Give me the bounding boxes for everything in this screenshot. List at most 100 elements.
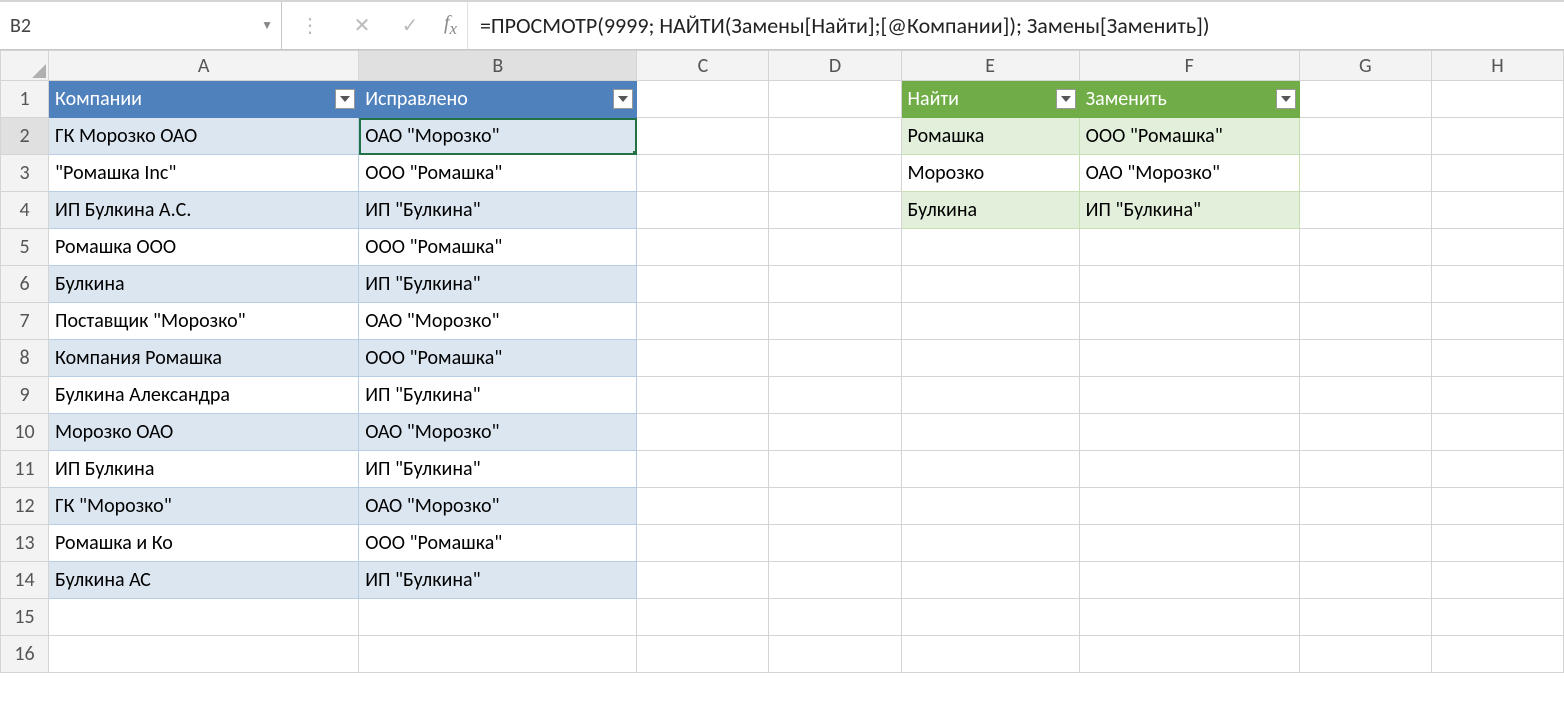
cell-F13[interactable] (1079, 525, 1299, 562)
cell-H9[interactable] (1431, 377, 1563, 414)
cell-G7[interactable] (1299, 303, 1431, 340)
cell-D15[interactable] (769, 599, 901, 636)
cell-H6[interactable] (1431, 266, 1563, 303)
column-header-F[interactable]: F (1079, 51, 1299, 81)
cell-B15[interactable] (359, 599, 637, 636)
row-header-10[interactable]: 10 (1, 414, 49, 451)
cell-C13[interactable] (637, 525, 769, 562)
cell-E3[interactable]: Морозко (901, 155, 1079, 192)
cell-C10[interactable] (637, 414, 769, 451)
cell-D14[interactable] (769, 562, 901, 599)
cell-F4[interactable]: ИП "Булкина" (1079, 192, 1299, 229)
cell-B13[interactable]: ООО "Ромашка" (359, 525, 637, 562)
cell-A13[interactable]: Ромашка и Ко (49, 525, 359, 562)
row-header-4[interactable]: 4 (1, 192, 49, 229)
cell-G5[interactable] (1299, 229, 1431, 266)
row-header-2[interactable]: 2 (1, 118, 49, 155)
row-header-6[interactable]: 6 (1, 266, 49, 303)
cell-G9[interactable] (1299, 377, 1431, 414)
cell-A14[interactable]: Булкина АС (49, 562, 359, 599)
cell-G16[interactable] (1299, 636, 1431, 673)
row-header-5[interactable]: 5 (1, 229, 49, 266)
cell-E4[interactable]: Булкина (901, 192, 1079, 229)
cell-B16[interactable] (359, 636, 637, 673)
name-box-dropdown-icon[interactable]: ▼ (261, 18, 273, 33)
cell-H16[interactable] (1431, 636, 1563, 673)
cell-H1[interactable] (1431, 81, 1563, 118)
cell-E14[interactable] (901, 562, 1079, 599)
cell-C2[interactable] (637, 118, 769, 155)
cell-E15[interactable] (901, 599, 1079, 636)
cell-B3[interactable]: ООО "Ромашка" (359, 155, 637, 192)
cell-A9[interactable]: Булкина Александра (49, 377, 359, 414)
select-all-corner[interactable] (1, 51, 49, 81)
cell-F8[interactable] (1079, 340, 1299, 377)
cell-C3[interactable] (637, 155, 769, 192)
cell-C12[interactable] (637, 488, 769, 525)
cell-A10[interactable]: Морозко ОАО (49, 414, 359, 451)
row-header-3[interactable]: 3 (1, 155, 49, 192)
cell-E9[interactable] (901, 377, 1079, 414)
column-header-D[interactable]: D (769, 51, 901, 81)
cell-B9[interactable]: ИП "Булкина" (359, 377, 637, 414)
cell-D11[interactable] (769, 451, 901, 488)
cell-F3[interactable]: ОАО "Морозко" (1079, 155, 1299, 192)
cell-A8[interactable]: Компания Ромашка (49, 340, 359, 377)
cell-D6[interactable] (769, 266, 901, 303)
cell-A6[interactable]: Булкина (49, 266, 359, 303)
cell-G2[interactable] (1299, 118, 1431, 155)
cell-C16[interactable] (637, 636, 769, 673)
cell-B12[interactable]: ОАО "Морозко" (359, 488, 637, 525)
cell-G6[interactable] (1299, 266, 1431, 303)
cell-H12[interactable] (1431, 488, 1563, 525)
cell-G4[interactable] (1299, 192, 1431, 229)
cell-G10[interactable] (1299, 414, 1431, 451)
row-header-15[interactable]: 15 (1, 599, 49, 636)
cell-D12[interactable] (769, 488, 901, 525)
cell-D5[interactable] (769, 229, 901, 266)
cell-D3[interactable] (769, 155, 901, 192)
cell-A11[interactable]: ИП Булкина (49, 451, 359, 488)
cell-H15[interactable] (1431, 599, 1563, 636)
cell-A12[interactable]: ГК "Морозко" (49, 488, 359, 525)
row-header-13[interactable]: 13 (1, 525, 49, 562)
row-header-11[interactable]: 11 (1, 451, 49, 488)
filter-button[interactable] (1056, 89, 1076, 109)
cell-F11[interactable] (1079, 451, 1299, 488)
cell-G14[interactable] (1299, 562, 1431, 599)
cell-H5[interactable] (1431, 229, 1563, 266)
cell-H3[interactable] (1431, 155, 1563, 192)
cell-G3[interactable] (1299, 155, 1431, 192)
cell-A4[interactable]: ИП Булкина А.С. (49, 192, 359, 229)
cell-C5[interactable] (637, 229, 769, 266)
cell-A7[interactable]: Поставщик "Морозко" (49, 303, 359, 340)
cell-F14[interactable] (1079, 562, 1299, 599)
cell-G15[interactable] (1299, 599, 1431, 636)
cell-G12[interactable] (1299, 488, 1431, 525)
cell-H4[interactable] (1431, 192, 1563, 229)
cell-B1[interactable]: Исправлено (359, 81, 637, 118)
cell-B4[interactable]: ИП "Булкина" (359, 192, 637, 229)
row-header-12[interactable]: 12 (1, 488, 49, 525)
cell-C7[interactable] (637, 303, 769, 340)
cell-C8[interactable] (637, 340, 769, 377)
cell-D16[interactable] (769, 636, 901, 673)
cell-G11[interactable] (1299, 451, 1431, 488)
cell-D1[interactable] (769, 81, 901, 118)
column-header-C[interactable]: C (637, 51, 769, 81)
cell-E10[interactable] (901, 414, 1079, 451)
cell-H10[interactable] (1431, 414, 1563, 451)
row-header-7[interactable]: 7 (1, 303, 49, 340)
cell-H2[interactable] (1431, 118, 1563, 155)
filter-button[interactable] (613, 89, 633, 109)
accept-formula-icon[interactable]: ✓ (386, 2, 434, 49)
cell-A2[interactable]: ГК Морозко ОАО (49, 118, 359, 155)
cell-B5[interactable]: ООО "Ромашка" (359, 229, 637, 266)
cell-E7[interactable] (901, 303, 1079, 340)
cell-E1[interactable]: Найти (901, 81, 1079, 118)
cell-C11[interactable] (637, 451, 769, 488)
fx-icon[interactable]: fx (434, 12, 467, 39)
spreadsheet-grid[interactable]: ABCDEFGH1КомпанииИсправленоНайтиЗаменить… (0, 50, 1564, 701)
cell-A16[interactable] (49, 636, 359, 673)
cell-C14[interactable] (637, 562, 769, 599)
